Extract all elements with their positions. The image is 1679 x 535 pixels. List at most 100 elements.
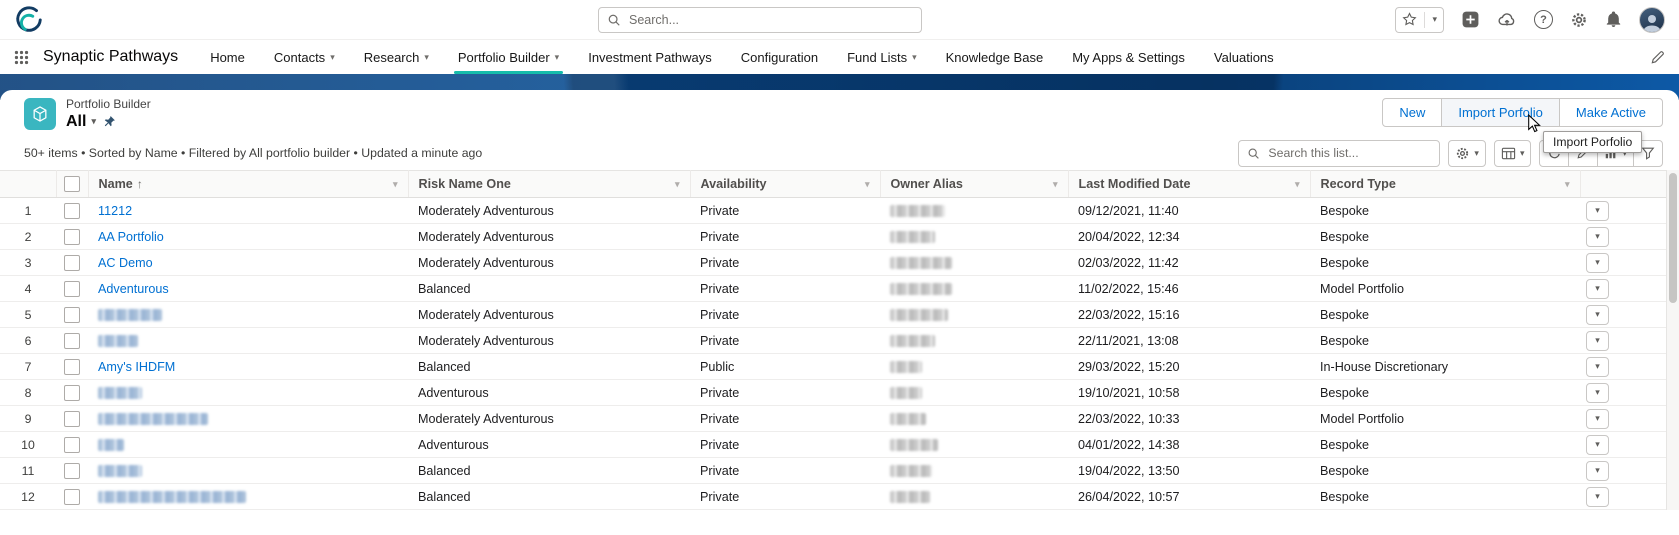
portfolio-name-link[interactable]: AA Portfolio (98, 230, 164, 244)
global-actions-button[interactable] (1461, 10, 1480, 29)
row-checkbox[interactable] (64, 280, 80, 297)
portfolio-name-link[interactable]: Amy's IHDFM (98, 360, 175, 374)
column-header-owner-alias[interactable]: Owner Alias ▾ (880, 170, 1069, 198)
edit-nav-button[interactable] (1650, 50, 1665, 65)
availability-cell: Private (690, 223, 880, 250)
list-search-input[interactable] (1266, 145, 1432, 161)
portfolio-name-link[interactable]: Adventurous (98, 282, 169, 296)
row-checkbox[interactable] (64, 358, 80, 375)
nav-tab-label: Contacts (273, 49, 326, 65)
divider (1424, 11, 1426, 28)
row-actions-button[interactable]: ▾ (1586, 460, 1609, 481)
row-checkbox[interactable] (64, 306, 80, 323)
row-checkbox[interactable] (64, 228, 80, 245)
scrollbar-thumb[interactable] (1669, 173, 1677, 303)
chevron-down-icon: ▾ (1595, 491, 1600, 501)
column-header-name[interactable]: Name ↑ ▾ (88, 170, 409, 198)
global-search-input[interactable] (627, 12, 913, 28)
make-active-button[interactable]: Make Active (1558, 98, 1663, 127)
row-actions-button[interactable]: ▾ (1586, 330, 1609, 351)
row-checkbox[interactable] (64, 436, 80, 453)
owner-cell (880, 249, 1068, 276)
nav-tab-knowledge-base[interactable]: Knowledge Base (946, 40, 1044, 74)
row-actions-button[interactable]: ▾ (1586, 486, 1609, 507)
nav-tab-contacts[interactable]: Contacts ▾ (274, 40, 335, 74)
global-header: ▾ ? (0, 0, 1679, 40)
favorites-button[interactable]: ▾ (1395, 6, 1444, 33)
list-view-selector[interactable]: All ▾ (66, 113, 96, 131)
row-checkbox[interactable] (64, 488, 80, 505)
risk-cell: Adventurous (408, 379, 690, 406)
row-number: 12 (21, 489, 35, 504)
row-number: 4 (24, 281, 32, 296)
row-checkbox[interactable] (64, 202, 80, 219)
help-button[interactable]: ? (1534, 10, 1553, 29)
notifications-button[interactable] (1605, 11, 1622, 28)
list-settings-button[interactable]: ▾ (1448, 139, 1486, 167)
column-menu-chevron-icon[interactable]: ▾ (393, 179, 398, 190)
portfolio-name-link[interactable]: 11212 (98, 204, 132, 218)
row-actions-button[interactable]: ▾ (1586, 434, 1609, 455)
modified-cell: 22/11/2021, 13:08 (1068, 327, 1310, 354)
chevron-down-icon: ▾ (1595, 257, 1600, 267)
row-checkbox[interactable] (64, 332, 80, 349)
risk-cell: Moderately Adventurous (408, 249, 690, 276)
nav-tab-my-apps-settings[interactable]: My Apps & Settings (1072, 40, 1185, 74)
nav-tab-label: Knowledge Base (945, 49, 1044, 65)
modified-cell: 09/12/2021, 11:40 (1068, 197, 1310, 224)
nav-tab-fund-lists[interactable]: Fund Lists ▾ (847, 40, 917, 74)
nav-tab-home[interactable]: Home (210, 40, 245, 74)
redacted-text (890, 491, 930, 504)
user-avatar[interactable] (1639, 6, 1665, 33)
row-checkbox[interactable] (64, 462, 80, 479)
row-checkbox[interactable] (64, 410, 80, 427)
column-header-risk-name-one[interactable]: Risk Name One ▾ (408, 170, 691, 198)
new-button[interactable]: New (1382, 98, 1443, 127)
row-actions-button[interactable]: ▾ (1586, 304, 1609, 325)
nav-tab-label: Research (363, 49, 420, 65)
record-type-cell: Bespoke (1310, 379, 1580, 406)
import-portfolio-button[interactable]: Import Porfolio (1441, 98, 1560, 127)
nav-tab-research[interactable]: Research ▾ (364, 40, 429, 74)
app-launcher-button[interactable] (14, 50, 29, 65)
nav-tab-portfolio-builder[interactable]: Portfolio Builder ▾ (453, 40, 564, 74)
column-header-last-modified-date[interactable]: Last Modified Date ▾ (1068, 170, 1311, 198)
table-row: 8 Adventurous Private 19/10/2021, 10:58 … (0, 379, 1667, 406)
column-header-record-type[interactable]: Record Type ▾ (1310, 170, 1581, 198)
row-checkbox[interactable] (64, 384, 80, 401)
row-actions-button[interactable]: ▾ (1586, 226, 1609, 247)
portfolio-name-link[interactable]: AC Demo (98, 256, 153, 270)
nav-tab-investment-pathways[interactable]: Investment Pathways (588, 40, 712, 74)
redacted-text (98, 439, 124, 452)
risk-cell: Balanced (408, 275, 690, 302)
row-checkbox[interactable] (64, 254, 80, 271)
row-actions-button[interactable]: ▾ (1586, 200, 1609, 221)
column-menu-chevron-icon[interactable]: ▾ (1295, 179, 1300, 190)
upload-button[interactable] (1497, 11, 1517, 28)
column-menu-chevron-icon[interactable]: ▾ (675, 179, 680, 190)
bell-icon (1605, 11, 1622, 28)
select-all-checkbox[interactable] (64, 176, 80, 192)
nav-tab-configuration[interactable]: Configuration (741, 40, 818, 74)
row-number: 6 (24, 333, 32, 348)
availability-cell: Private (690, 327, 880, 354)
add-icon (1461, 10, 1480, 29)
row-actions-button[interactable]: ▾ (1586, 278, 1609, 299)
setup-button[interactable] (1570, 11, 1588, 29)
row-actions-button[interactable]: ▾ (1586, 252, 1609, 273)
column-header-availability[interactable]: Availability ▾ (690, 170, 881, 198)
column-label: Availability (700, 177, 767, 191)
select-all-header (56, 170, 89, 198)
row-actions-button[interactable]: ▾ (1586, 356, 1609, 377)
row-actions-button[interactable]: ▾ (1586, 382, 1609, 403)
nav-bar-items: Home Contacts ▾ Research ▾ Portfolio Bui… (210, 40, 1274, 74)
display-as-button[interactable]: ▾ (1493, 139, 1532, 167)
row-actions-button[interactable]: ▾ (1586, 408, 1609, 429)
waffle-icon (14, 50, 29, 65)
table-row: 3 AC Demo Moderately Adventurous Private… (0, 249, 1667, 276)
nav-tab-valuations[interactable]: Valuations (1214, 40, 1274, 74)
pin-list-button[interactable] (103, 115, 116, 128)
column-menu-chevron-icon[interactable]: ▾ (1053, 179, 1058, 190)
column-menu-chevron-icon[interactable]: ▾ (865, 179, 870, 190)
column-menu-chevron-icon[interactable]: ▾ (1565, 179, 1570, 190)
